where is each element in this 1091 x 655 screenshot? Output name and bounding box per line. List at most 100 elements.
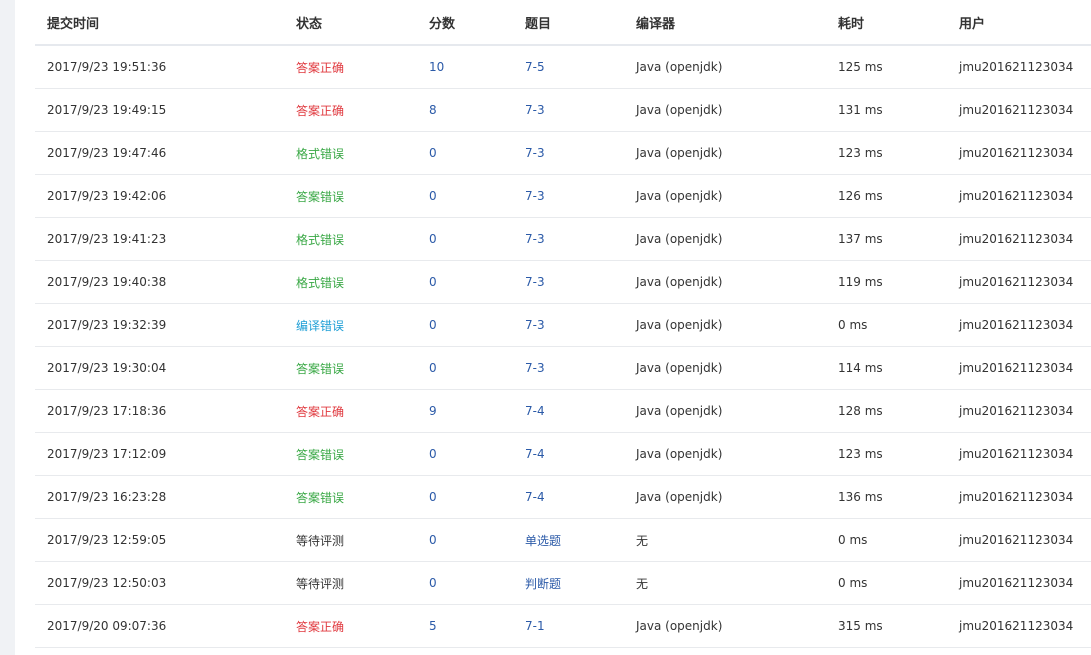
score-cell: 0 bbox=[417, 561, 513, 605]
status-cell[interactable]: 答案错误 bbox=[284, 346, 417, 390]
duration-cell: 0 ms bbox=[826, 561, 947, 605]
score-cell: 0 bbox=[417, 518, 513, 562]
compiler-cell: 无 bbox=[624, 518, 826, 562]
submit-time-cell: 2017/9/23 19:40:38 bbox=[35, 260, 284, 304]
problem-link[interactable]: 7-4 bbox=[513, 432, 624, 476]
compiler-cell: Java (openjdk) bbox=[624, 174, 826, 218]
status-cell[interactable]: 等待评测 bbox=[284, 518, 417, 562]
user-cell: jmu201621123034 bbox=[947, 303, 1091, 347]
status-cell[interactable]: 格式错误 bbox=[284, 260, 417, 304]
problem-link[interactable]: 判断题 bbox=[513, 561, 624, 605]
submit-time-cell: 2017/9/23 12:59:05 bbox=[35, 518, 284, 562]
user-cell: jmu201621123034 bbox=[947, 131, 1091, 175]
user-cell: jmu201621123034 bbox=[947, 604, 1091, 648]
table-row[interactable]: 2017/9/23 19:32:39 编译错误 0 7-3 Java (openjdk)… bbox=[35, 303, 1091, 347]
submit-time-cell: 2017/9/23 17:18:36 bbox=[35, 389, 284, 433]
score-cell: 8 bbox=[417, 88, 513, 132]
problem-link[interactable]: 7-3 bbox=[513, 260, 624, 304]
status-cell[interactable]: 答案正确 bbox=[284, 45, 417, 89]
problem-link[interactable]: 7-4 bbox=[513, 475, 624, 519]
duration-cell: 128 ms bbox=[826, 389, 947, 433]
status-cell[interactable]: 等待评测 bbox=[284, 561, 417, 605]
score-cell: 5 bbox=[417, 604, 513, 648]
submit-time-cell: 2017/9/20 09:07:36 bbox=[35, 604, 284, 648]
duration-cell: 0 ms bbox=[826, 303, 947, 347]
problem-link[interactable]: 7-3 bbox=[513, 346, 624, 390]
compiler-cell: Java (openjdk) bbox=[624, 303, 826, 347]
score-cell: 0 bbox=[417, 346, 513, 390]
score-cell: 0 bbox=[417, 217, 513, 261]
header-problem: 题目 bbox=[513, 0, 624, 46]
status-cell[interactable]: 答案错误 bbox=[284, 432, 417, 476]
problem-link[interactable]: 7-4 bbox=[513, 389, 624, 433]
problem-link[interactable]: 7-3 bbox=[513, 131, 624, 175]
user-cell: jmu201621123034 bbox=[947, 389, 1091, 433]
submit-time-cell: 2017/9/23 19:30:04 bbox=[35, 346, 284, 390]
submit-time-cell: 2017/9/23 19:51:36 bbox=[35, 45, 284, 89]
duration-cell: 125 ms bbox=[826, 45, 947, 89]
problem-link[interactable]: 7-3 bbox=[513, 88, 624, 132]
status-cell[interactable]: 答案正确 bbox=[284, 604, 417, 648]
status-cell[interactable]: 格式错误 bbox=[284, 131, 417, 175]
status-cell[interactable]: 编译错误 bbox=[284, 303, 417, 347]
table-row[interactable]: 2017/9/23 19:42:06 答案错误 0 7-3 Java (openjdk)… bbox=[35, 174, 1091, 218]
status-cell[interactable]: 答案正确 bbox=[284, 88, 417, 132]
compiler-cell: Java (openjdk) bbox=[624, 475, 826, 519]
table-row[interactable]: 2017/9/23 19:51:36 答案正确 10 7-5 Java (openjdk… bbox=[35, 45, 1091, 89]
header-user: 用户 bbox=[947, 0, 1091, 46]
table-row[interactable]: 2017/9/23 19:47:46 格式错误 0 7-3 Java (openjdk)… bbox=[35, 131, 1091, 175]
problem-link[interactable]: 7-3 bbox=[513, 174, 624, 218]
score-cell: 0 bbox=[417, 260, 513, 304]
table-row[interactable]: 2017/9/23 12:59:05 等待评测 0 单选题无 0 ms jmu201621… bbox=[35, 518, 1091, 562]
compiler-cell: Java (openjdk) bbox=[624, 260, 826, 304]
user-cell: jmu201621123034 bbox=[947, 475, 1091, 519]
status-cell[interactable]: 格式错误 bbox=[284, 217, 417, 261]
submit-time-cell: 2017/9/23 19:47:46 bbox=[35, 131, 284, 175]
table-row[interactable]: 2017/9/23 19:49:15 答案正确 8 7-3 Java (openjdk)… bbox=[35, 88, 1091, 132]
status-cell[interactable]: 答案错误 bbox=[284, 475, 417, 519]
table-row[interactable]: 2017/9/23 17:18:36 答案正确 9 7-4 Java (openjdk)… bbox=[35, 389, 1091, 433]
duration-cell: 123 ms bbox=[826, 131, 947, 175]
compiler-cell: 无 bbox=[624, 561, 826, 605]
header-score: 分数 bbox=[417, 0, 513, 46]
duration-cell: 119 ms bbox=[826, 260, 947, 304]
duration-cell: 131 ms bbox=[826, 88, 947, 132]
problem-link[interactable]: 7-5 bbox=[513, 45, 624, 89]
score-cell: 0 bbox=[417, 475, 513, 519]
user-cell: jmu201621123034 bbox=[947, 174, 1091, 218]
problem-link[interactable]: 7-3 bbox=[513, 303, 624, 347]
table-row[interactable]: 2017/9/20 09:07:36 答案正确 5 7-1 Java (openjdk)… bbox=[35, 604, 1091, 648]
user-cell: jmu201621123034 bbox=[947, 260, 1091, 304]
status-cell[interactable]: 答案正确 bbox=[284, 389, 417, 433]
score-cell: 0 bbox=[417, 174, 513, 218]
table-row[interactable]: 2017/9/23 19:30:04 答案错误 0 7-3 Java (openjdk)… bbox=[35, 346, 1091, 390]
compiler-cell: Java (openjdk) bbox=[624, 45, 826, 89]
table-row[interactable]: 2017/9/23 19:41:23 格式错误 0 7-3 Java (openjdk)… bbox=[35, 217, 1091, 261]
table-row[interactable]: 2017/9/23 19:40:38 格式错误 0 7-3 Java (openjdk)… bbox=[35, 260, 1091, 304]
table-row[interactable]: 2017/9/23 17:12:09 答案错误 0 7-4 Java (openjdk)… bbox=[35, 432, 1091, 476]
user-cell: jmu201621123034 bbox=[947, 217, 1091, 261]
score-cell: 9 bbox=[417, 389, 513, 433]
problem-link[interactable]: 单选题 bbox=[513, 518, 624, 562]
compiler-cell: Java (openjdk) bbox=[624, 432, 826, 476]
duration-cell: 126 ms bbox=[826, 174, 947, 218]
duration-cell: 0 ms bbox=[826, 518, 947, 562]
status-cell[interactable]: 答案错误 bbox=[284, 174, 417, 218]
score-cell: 0 bbox=[417, 303, 513, 347]
compiler-cell: Java (openjdk) bbox=[624, 217, 826, 261]
header-compiler: 编译器 bbox=[624, 0, 826, 46]
submit-time-cell: 2017/9/23 19:42:06 bbox=[35, 174, 284, 218]
submit-time-cell: 2017/9/23 19:49:15 bbox=[35, 88, 284, 132]
problem-link[interactable]: 7-3 bbox=[513, 217, 624, 261]
problem-link[interactable]: 7-1 bbox=[513, 604, 624, 648]
score-cell: 10 bbox=[417, 45, 513, 89]
compiler-cell: Java (openjdk) bbox=[624, 604, 826, 648]
submit-time-cell: 2017/9/23 12:50:03 bbox=[35, 561, 284, 605]
table-row[interactable]: 2017/9/23 16:23:28 答案错误 0 7-4 Java (openjdk)… bbox=[35, 475, 1091, 519]
compiler-cell: Java (openjdk) bbox=[624, 389, 826, 433]
table-row[interactable]: 2017/9/23 12:50:03 等待评测 0 判断题无 0 ms jmu201621… bbox=[35, 561, 1091, 605]
submit-time-cell: 2017/9/23 19:41:23 bbox=[35, 217, 284, 261]
submissions-panel: 提交时间 状态 分数 题目 编译器 耗时 用户 2017/9/23 19:51:… bbox=[15, 0, 1091, 655]
duration-cell: 137 ms bbox=[826, 217, 947, 261]
user-cell: jmu201621123034 bbox=[947, 518, 1091, 562]
